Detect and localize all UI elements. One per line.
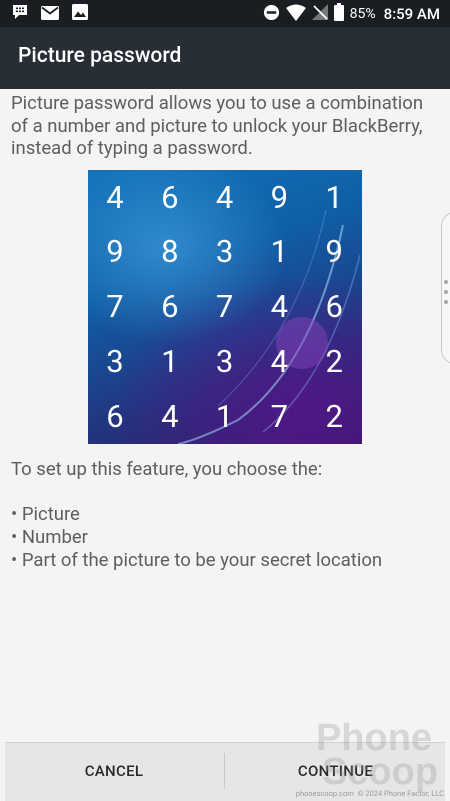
grid-number-cell: 4	[270, 342, 289, 380]
grid-number-cell: 3	[215, 342, 234, 380]
edge-handle-grip-icon	[444, 280, 448, 310]
picture-password-image: 4649198319767463134264172	[88, 170, 362, 444]
grid-number-cell: 1	[270, 233, 289, 271]
grid-number-cell: 6	[161, 288, 179, 326]
grid-number-cell: 9	[106, 233, 124, 271]
grid-number-cell: 7	[106, 288, 124, 326]
grid-number-cell: 2	[325, 397, 343, 435]
grid-number-cell: 3	[215, 233, 234, 271]
grid-number-cell: 9	[325, 233, 343, 271]
setup-list-item: • Part of the picture to be your secret …	[11, 549, 383, 571]
gallery-notification-icon	[72, 4, 88, 24]
grid-number-cell: 4	[270, 288, 289, 326]
clock: 8:59 AM	[383, 5, 440, 23]
bbm-notification-icon	[12, 4, 28, 24]
do-not-disturb-icon	[263, 4, 280, 25]
grid-number-cell: 2	[325, 342, 343, 380]
app-bar: Picture password	[0, 27, 450, 89]
grid-number-cell: 1	[161, 342, 179, 380]
setup-list: • Picture • Number • Part of the picture…	[11, 503, 382, 572]
grid-number-cell: 4	[215, 178, 234, 216]
grid-number-cell: 1	[215, 397, 234, 435]
setup-list-item: • Picture	[11, 503, 80, 525]
battery-percent: 85%	[349, 6, 376, 22]
grid-number-cell: 3	[106, 342, 124, 380]
grid-number-cell: 4	[106, 178, 124, 216]
grid-number-cell: 4	[161, 397, 179, 435]
grid-number-cell: 8	[161, 233, 179, 271]
grid-number-cell: 1	[325, 178, 343, 216]
grid-number-cell: 7	[215, 288, 234, 326]
intro-text: Picture password allows you to use a com…	[11, 92, 424, 159]
grid-number-cell: 6	[161, 178, 179, 216]
no-signal-icon	[311, 4, 328, 24]
grid-number-cell: 9	[270, 178, 289, 216]
setup-list-item: • Number	[11, 526, 88, 548]
wifi-icon	[285, 4, 306, 25]
cancel-button[interactable]: CANCEL	[5, 743, 223, 799]
page-title: Picture password	[18, 44, 182, 68]
status-bar: 85% 8:59 AM	[0, 0, 450, 27]
grid-number-cell: 7	[270, 397, 289, 435]
button-divider	[224, 753, 225, 789]
grid-number-cell: 6	[106, 397, 124, 435]
status-system-icons: 85% 8:59 AM	[263, 3, 440, 25]
status-notification-icons	[12, 4, 88, 24]
setup-heading: To set up this feature, you choose the:	[11, 458, 323, 480]
battery-icon	[333, 3, 344, 25]
watermark-credit: phonescoop.com © 2024 Phone Factor, LLC	[295, 789, 444, 798]
gmail-notification-icon	[41, 5, 59, 24]
grid-number-cell: 6	[325, 288, 343, 326]
